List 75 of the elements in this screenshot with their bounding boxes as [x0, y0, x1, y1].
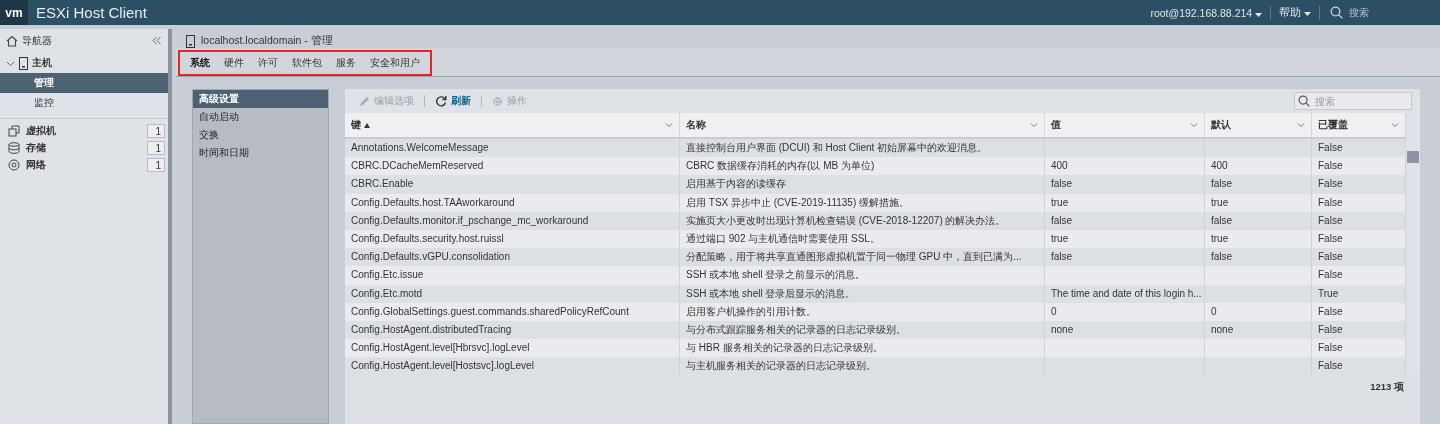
pencil-icon	[359, 95, 370, 107]
table-cell: Config.Etc.issue	[345, 266, 680, 285]
table-cell: 实施页大小更改时出现计算机检查错误 (CVE-2018-12207) 的解决办法。	[680, 211, 1045, 230]
item-count: 1213 项	[1370, 381, 1404, 395]
table-cell: false	[1045, 211, 1205, 230]
table-cell: true	[1045, 193, 1205, 212]
grid-search-field[interactable]: 搜索	[1294, 92, 1412, 110]
table-cell: 0	[1045, 302, 1205, 321]
server-icon	[186, 34, 195, 48]
settings-nav-item[interactable]: 时间和日期	[193, 144, 328, 162]
dropdown-icon	[1030, 122, 1038, 128]
settings-nav-item[interactable]: 高级设置	[193, 90, 328, 108]
app-title: ESXi Host Client	[36, 4, 147, 21]
host-item[interactable]: 主机	[0, 53, 168, 73]
navigator-title: 导航器	[22, 34, 52, 48]
table-cell: Config.Etc.motd	[345, 284, 680, 303]
table-cell: true	[1205, 193, 1312, 212]
table-cell: Config.Defaults.host.TAAworkaround	[345, 193, 680, 212]
settings-nav-item[interactable]: 交换	[193, 126, 328, 144]
table-cell: 启用 TSX 异步中止 (CVE-2019-11135) 缓解措施。	[680, 193, 1045, 212]
dropdown-icon	[1297, 122, 1305, 128]
table-cell: Config.HostAgent.level[Hostsvc].logLevel	[345, 357, 680, 376]
table-cell: false	[1205, 211, 1312, 230]
count-badge: 1	[147, 157, 165, 172]
table-cell: Config.GlobalSettings.guest.commands.sharedPolicyRefCount	[345, 302, 680, 321]
home-icon	[6, 35, 18, 47]
virtual-machine-icon	[8, 124, 20, 137]
count-badge: 1	[147, 123, 165, 138]
column-header[interactable]: 键	[345, 113, 680, 137]
table-cell: 0	[1205, 302, 1312, 321]
storage-item[interactable]: 存储 1	[0, 139, 168, 156]
refresh-button[interactable]: 刷新	[429, 94, 477, 108]
tab[interactable]: 许可	[252, 53, 284, 73]
host-subitem[interactable]: 管理	[0, 73, 168, 93]
user-menu[interactable]: root@192.168.88.214	[1142, 6, 1271, 19]
column-header[interactable]: 默认	[1205, 113, 1312, 137]
table-cell: false	[1045, 175, 1205, 194]
column-header[interactable]: 值	[1045, 113, 1205, 137]
tab[interactable]: 系统	[184, 53, 216, 73]
tab[interactable]: 服务	[330, 53, 362, 73]
caret-icon	[1304, 11, 1311, 16]
table-cell: SSH 或本地 shell 登录之前显示的消息。	[680, 266, 1045, 285]
caret-icon	[1255, 12, 1263, 17]
table-cell: The time and date of this login h...	[1045, 284, 1205, 303]
server-icon	[19, 56, 28, 70]
dropdown-icon	[1190, 122, 1198, 128]
search-icon	[1298, 95, 1310, 107]
tab[interactable]: 硬件	[218, 53, 250, 73]
gear-icon	[492, 95, 503, 107]
dropdown-icon	[665, 122, 673, 128]
dropdown-icon	[1391, 122, 1399, 128]
help-menu[interactable]: 帮助	[1271, 5, 1319, 20]
table-cell: 启用基于内容的读缓存	[680, 175, 1045, 194]
table-cell: false	[1205, 175, 1312, 194]
table-cell: CBRC.Enable	[345, 175, 680, 194]
tab[interactable]: 安全和用户	[364, 53, 426, 73]
globe-icon	[8, 158, 20, 171]
vm-item[interactable]: 虚拟机 1	[0, 118, 168, 139]
search-icon	[1330, 6, 1343, 19]
table-cell: SSH 或本地 shell 登录后显示的消息。	[680, 284, 1045, 303]
network-item[interactable]: 网络 1	[0, 156, 168, 173]
table-cell: Config.Defaults.monitor.if_pschange_mc_workaround	[345, 211, 680, 230]
host-subitem[interactable]: 监控	[0, 93, 168, 113]
refresh-icon	[435, 95, 447, 107]
column-header[interactable]: 名称	[680, 113, 1045, 137]
page-title: localhost.localdomain - 管理	[201, 34, 333, 48]
table-cell: 启用客户机操作的引用计数。	[680, 302, 1045, 321]
tab[interactable]: 软件包	[286, 53, 328, 73]
settings-nav-item[interactable]: 自动启动	[193, 108, 328, 126]
logo: vm	[0, 0, 28, 25]
count-badge: 1	[147, 140, 165, 155]
table-cell: 与主机服务相关的记录器的日志记录级别。	[680, 357, 1045, 376]
scrollbar-thumb[interactable]	[1407, 151, 1419, 163]
database-icon	[8, 141, 20, 154]
search-field[interactable]: 搜索	[1347, 6, 1421, 19]
